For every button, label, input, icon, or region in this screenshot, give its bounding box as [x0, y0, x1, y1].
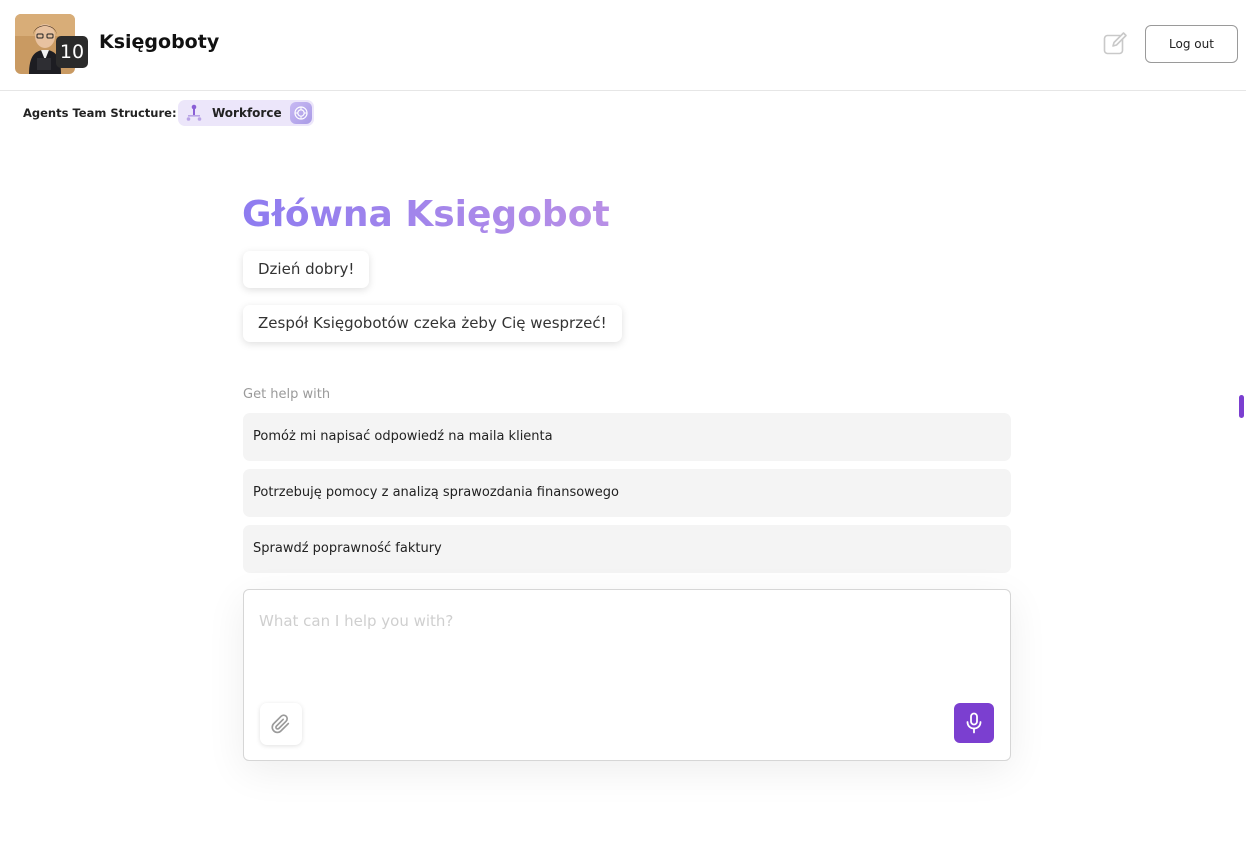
top-header: 10 Księgoboty Log out — [0, 0, 1246, 91]
workforce-label: Workforce — [212, 106, 282, 120]
notification-count-badge: 10 — [56, 36, 88, 68]
edit-icon[interactable] — [1103, 31, 1128, 56]
agent-title: Główna Księgobot — [242, 194, 610, 235]
suggestion-financial-report[interactable]: Potrzebuję pomocy z analizą sprawozdania… — [243, 469, 1011, 517]
team-structure-label: Agents Team Structure: — [23, 106, 177, 120]
message-composer — [243, 589, 1011, 761]
microphone-icon — [966, 712, 982, 734]
team-hierarchy-icon — [186, 104, 202, 121]
paperclip-icon — [271, 714, 290, 734]
attach-button[interactable] — [260, 703, 302, 745]
team-structure-row: Agents Team Structure: Workforce — [23, 100, 314, 126]
get-help-label: Get help with — [243, 387, 331, 402]
suggestion-invoice-check[interactable]: Sprawdź poprawność faktury — [243, 525, 1011, 573]
intro-message: Zespół Księgobotów czeka żeby Cię wesprz… — [243, 305, 622, 342]
openai-icon — [289, 102, 312, 124]
scrollbar-thumb[interactable] — [1239, 395, 1244, 418]
logout-button[interactable]: Log out — [1145, 25, 1238, 63]
message-input[interactable] — [259, 612, 989, 692]
suggestion-email-reply[interactable]: Pomóż mi napisać odpowiedź na maila klie… — [243, 413, 1011, 461]
workforce-chip[interactable]: Workforce — [178, 100, 314, 126]
app-title: Księgoboty — [99, 31, 220, 53]
microphone-button[interactable] — [954, 703, 994, 743]
greeting-message: Dzień dobry! — [243, 251, 370, 288]
